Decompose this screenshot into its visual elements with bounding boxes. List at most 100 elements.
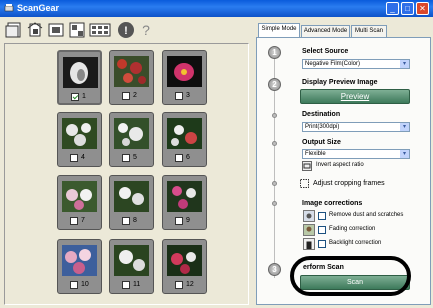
frame-thumbnail[interactable]: 2: [109, 50, 154, 105]
multi-frame-icon[interactable]: [89, 21, 111, 39]
frame-photo: [63, 57, 98, 88]
backlight-correction-checkbox[interactable]: [318, 240, 326, 248]
destination-label: Destination: [302, 111, 341, 118]
frame-number: 1: [82, 93, 86, 100]
preview-button[interactable]: Preview: [300, 89, 410, 104]
frame-number: 10: [81, 281, 89, 288]
fading-correction-label: Fading correction: [329, 226, 376, 232]
frame-photo: [114, 181, 149, 212]
toolbar: ! ?: [0, 17, 250, 43]
frame-number: 5: [133, 154, 137, 161]
frame-thumbnail[interactable]: 8: [109, 175, 154, 230]
image-corrections-label: Image corrections: [302, 200, 363, 207]
tab-advanced-mode[interactable]: Advanced Mode: [301, 25, 350, 37]
svg-text:!: !: [124, 25, 128, 37]
frame-photo: [62, 181, 97, 212]
svg-text:?: ?: [142, 22, 150, 38]
frame-thumbnail[interactable]: 4: [57, 112, 102, 167]
window-title: ScanGear: [17, 3, 60, 13]
minimize-button[interactable]: _: [386, 2, 399, 15]
step-1-badge: 1: [268, 46, 281, 59]
close-button[interactable]: ✕: [416, 2, 429, 15]
frame-photo: [62, 118, 97, 149]
frame-number: 6: [186, 154, 190, 161]
frame-checkbox[interactable]: [175, 281, 183, 289]
highlight-ring: [290, 256, 411, 296]
fading-correction-icon: [303, 224, 315, 236]
step-dot: [272, 141, 277, 146]
maximize-icon: □: [405, 4, 410, 13]
dust-removal-icon: [303, 210, 315, 222]
single-frame-alt-icon[interactable]: [68, 21, 86, 39]
frame-checkbox[interactable]: [71, 93, 79, 101]
frame-checkbox[interactable]: [175, 92, 183, 100]
chevron-down-icon: ▾: [400, 150, 409, 158]
frame-photo: [167, 118, 202, 149]
thumbnail-area: 1 2 3 4 5 6 7 8 9 10 11 12: [4, 43, 249, 305]
chevron-down-icon: ▾: [400, 60, 409, 68]
step-2-badge: 2: [268, 78, 281, 91]
frame-checkbox[interactable]: [122, 281, 130, 289]
fading-correction-checkbox[interactable]: [318, 226, 326, 234]
frame-checkbox[interactable]: [122, 217, 130, 225]
frame-thumbnail[interactable]: 6: [162, 112, 207, 167]
frame-checkbox[interactable]: [70, 217, 78, 225]
frame-photo: [62, 245, 97, 276]
frame-number: 8: [133, 217, 137, 224]
frame-checkbox[interactable]: [175, 217, 183, 225]
info-icon[interactable]: !: [117, 21, 135, 39]
frame-checkbox[interactable]: [122, 154, 130, 162]
backlight-correction-label: Backlight correction: [329, 240, 382, 246]
frame-checkbox[interactable]: [70, 154, 78, 162]
frame-number: 12: [186, 281, 194, 288]
single-frame-icon[interactable]: [47, 21, 65, 39]
remove-dust-checkbox[interactable]: [318, 212, 326, 220]
tab-simple-mode[interactable]: Simple Mode: [258, 23, 300, 37]
display-preview-label: Display Preview Image: [302, 79, 378, 86]
adjust-cropping-label[interactable]: Adjust cropping frames: [313, 180, 385, 187]
frame-checkbox[interactable]: [175, 154, 183, 162]
frame-checkbox[interactable]: [122, 92, 130, 100]
invert-aspect-label: Invert aspect ratio: [316, 162, 364, 168]
destination-dropdown[interactable]: Print(300dpi) ▾: [302, 122, 410, 132]
step-dot: [272, 201, 277, 206]
output-size-label: Output Size: [302, 139, 341, 146]
frame-thumbnail[interactable]: 5: [109, 112, 154, 167]
frame-thumbnail[interactable]: 10: [57, 239, 102, 294]
frame-thumbnail[interactable]: 7: [57, 175, 102, 230]
frame-thumbnail[interactable]: 12: [162, 239, 207, 294]
frame-number: 4: [81, 154, 85, 161]
destination-value: Print(300dpi): [305, 124, 340, 130]
frame-thumbnail[interactable]: 11: [109, 239, 154, 294]
select-source-value: Negative Film(Color): [305, 61, 361, 67]
frame-number: 2: [133, 92, 137, 99]
preview-icon[interactable]: [5, 21, 23, 39]
close-icon: ✕: [419, 4, 426, 13]
minimize-icon: _: [390, 4, 395, 13]
frame-photo: [114, 56, 149, 87]
frame-photo: [167, 181, 202, 212]
step-dot: [272, 181, 277, 186]
help-icon[interactable]: ?: [137, 21, 155, 39]
app-icon: [4, 4, 14, 12]
select-source-dropdown[interactable]: Negative Film(Color) ▾: [302, 59, 410, 69]
frame-number: 3: [186, 92, 190, 99]
chevron-down-icon: ▾: [400, 123, 409, 131]
title-bar: ScanGear _ □ ✕: [0, 0, 433, 17]
frame-photo: [114, 118, 149, 149]
invert-aspect-icon[interactable]: [302, 161, 312, 171]
frame-thumbnail[interactable]: 1: [57, 50, 102, 105]
mode-tabs: Simple Mode Advanced Mode Multi Scan: [256, 23, 431, 37]
step-connector: [274, 58, 275, 278]
tab-multi-scan[interactable]: Multi Scan: [351, 25, 387, 37]
crop-icon[interactable]: [26, 21, 44, 39]
maximize-button[interactable]: □: [401, 2, 414, 15]
frame-thumbnail[interactable]: 3: [162, 50, 207, 105]
frame-thumbnail[interactable]: 9: [162, 175, 207, 230]
crop-frame-icon: [300, 179, 309, 188]
frame-photo: [114, 245, 149, 276]
step-dot: [272, 113, 277, 118]
frame-checkbox[interactable]: [70, 281, 78, 289]
frame-number: 9: [186, 217, 190, 224]
output-size-dropdown[interactable]: Flexible ▾: [302, 149, 410, 159]
